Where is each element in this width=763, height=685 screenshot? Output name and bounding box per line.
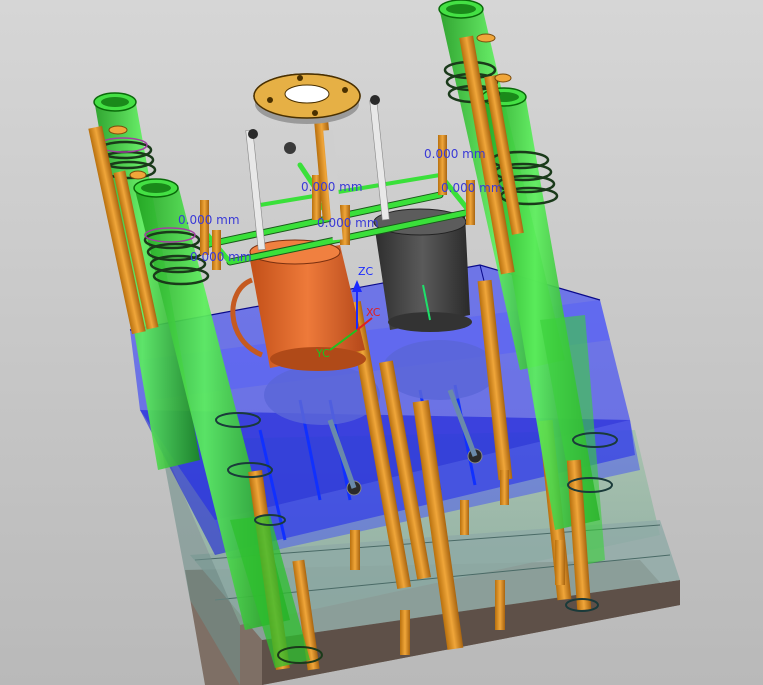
dimension-label-1[interactable]: 0.000 mm — [424, 147, 486, 161]
triad-x-label: XC — [366, 306, 381, 319]
mold-assembly-model[interactable]: ZC XC YC 0.000 mm 0.000 mm 0.000 mm 0.00… — [0, 0, 763, 685]
triad-z-label: ZC — [358, 265, 374, 278]
dimension-label-6[interactable]: 0.000 mm — [190, 250, 252, 264]
dimension-label-5[interactable]: 0.000 mm — [317, 216, 379, 230]
core-insert-right[interactable] — [382, 340, 498, 400]
triad-y-label: YC — [315, 347, 330, 360]
dimension-label-4[interactable]: 0.000 mm — [178, 213, 240, 227]
cad-viewport[interactable]: ZC XC YC 0.000 mm 0.000 mm 0.000 mm 0.00… — [0, 0, 763, 685]
dimension-label-3[interactable]: 0.000 mm — [441, 181, 503, 195]
locating-ring[interactable] — [253, 73, 361, 124]
dimension-label-2[interactable]: 0.000 mm — [301, 180, 363, 194]
